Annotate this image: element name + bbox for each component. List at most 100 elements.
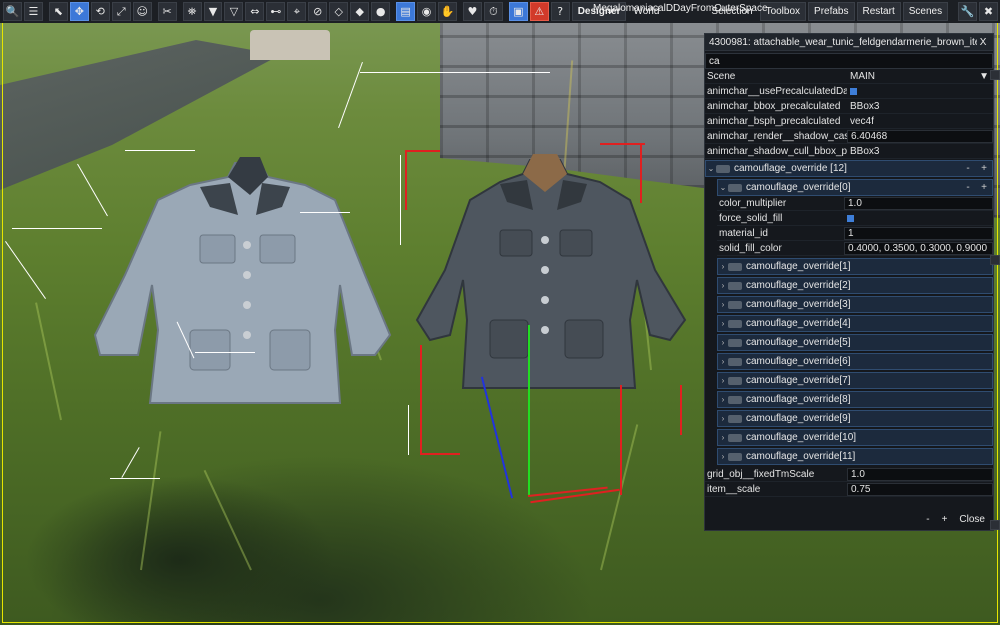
camouflage-override-item[interactable]: › camouflage_override[6] [717, 353, 993, 370]
property-checkbox[interactable] [844, 212, 993, 225]
triangle-down-icon[interactable]: ▼ [203, 2, 223, 21]
smiley-icon[interactable]: ☺ [132, 2, 152, 21]
close-icon[interactable]: ✖ [979, 2, 998, 21]
property-value[interactable]: 0.75 [847, 482, 993, 496]
camouflage-override-group[interactable]: ⌄ camouflage_override [12] - + [705, 160, 993, 177]
camouflage-override-item[interactable]: › camouflage_override[5] [717, 334, 993, 351]
group-remove-button[interactable]: - [960, 163, 976, 174]
selection-box-edge [420, 453, 460, 455]
property-value[interactable]: BBox3 [847, 100, 993, 113]
scissors-icon[interactable]: ✂ [157, 2, 177, 21]
camouflage-override-item[interactable]: › camouflage_override[7] [717, 372, 993, 389]
wrench-icon[interactable]: 🔧 [958, 2, 978, 21]
snap-icon[interactable]: ⛯ [182, 2, 202, 21]
orbit-icon[interactable]: ⟲ [90, 2, 110, 21]
save-icon[interactable]: ▣ [508, 2, 528, 21]
object-icon [728, 357, 742, 366]
magnifier-icon[interactable]: 🔍 [3, 2, 22, 21]
tunic-dark-grey[interactable] [415, 150, 690, 395]
property-search-input[interactable] [705, 53, 993, 69]
circle-icon[interactable]: ● [371, 2, 391, 21]
camouflage-override-item[interactable]: › camouflage_override[2] [717, 277, 993, 294]
crosshair-icon[interactable]: ⌖ [287, 2, 307, 21]
diamond-outline-icon[interactable]: ◇ [329, 2, 349, 21]
property-row: animchar_bsph_precalculated vec4f [705, 114, 993, 129]
item-add-button[interactable]: + [976, 182, 992, 193]
move-icon[interactable]: ✥ [69, 2, 89, 21]
warning-icon[interactable]: ⚠ [529, 2, 549, 21]
camouflage-override-item[interactable]: › camouflage_override[10] [717, 429, 993, 446]
no-entry-icon[interactable]: ⊘ [308, 2, 328, 21]
camouflage-override-item[interactable]: › camouflage_override[9] [717, 410, 993, 427]
mirror-icon[interactable]: ⇔ [245, 2, 265, 21]
object-icon [728, 319, 742, 328]
camouflage-override-list: › camouflage_override[1] › camouflage_overr… [705, 258, 993, 465]
property-value[interactable]: 1.0 [847, 467, 993, 481]
group-label: camouflage_override[10] [746, 432, 857, 443]
selection-box-edge [680, 385, 682, 435]
group-add-button[interactable]: + [976, 163, 992, 174]
camouflage-override-0-props: color_multiplier 1.0 force_solid_fill mater… [705, 196, 993, 256]
camouflage-override-item[interactable]: › camouflage_override[4] [717, 315, 993, 332]
checkbox-checked-icon[interactable] [847, 214, 854, 222]
group-label: camouflage_override[11] [746, 451, 856, 462]
hand-icon[interactable]: ✋ [438, 2, 457, 21]
camouflage-override-0[interactable]: ⌄ camouflage_override[0] - + [717, 179, 993, 196]
align-icon[interactable]: ⊷ [266, 2, 286, 21]
camouflage-override-item[interactable]: › camouflage_override[11] [717, 448, 993, 465]
property-value[interactable]: BBox3 [847, 145, 993, 158]
scene-row: Scene MAIN ▼ [705, 69, 993, 84]
gizmo-edge [5, 241, 46, 299]
heart-icon[interactable]: ♥ [462, 2, 482, 21]
property-row: animchar_shadow_cull_bbox_precalculatedB… [705, 144, 993, 159]
property-value[interactable]: 0.4000, 0.3500, 0.3000, 0.9000 [844, 241, 993, 255]
triangle-outline-icon[interactable]: ▽ [224, 2, 244, 21]
eye-icon[interactable]: ◉ [417, 2, 436, 21]
checkbox-checked-icon[interactable] [850, 87, 857, 95]
item-remove-button[interactable]: - [960, 182, 976, 193]
grass-blade [203, 469, 252, 571]
property-row: color_multiplier 1.0 [717, 196, 993, 211]
gizmo-y-axis[interactable] [528, 325, 530, 495]
pointer-icon[interactable]: ⬉ [48, 2, 68, 21]
grass-blade [35, 302, 62, 421]
diamond-filled-icon[interactable]: ◆ [350, 2, 370, 21]
remove-button[interactable]: - [926, 514, 929, 525]
scene-label: Scene [707, 70, 736, 82]
property-checkbox[interactable] [847, 85, 993, 98]
chevron-right-icon: › [721, 452, 725, 461]
add-button[interactable]: + [942, 514, 948, 525]
group-label: camouflage_override [12] [734, 163, 847, 174]
chevron-right-icon: › [721, 319, 725, 328]
property-value[interactable]: 1 [844, 226, 993, 240]
panel-close-button[interactable]: X [977, 37, 989, 48]
scale-icon[interactable]: ⤢ [111, 2, 131, 21]
hamburger-icon[interactable]: ☰ [23, 2, 43, 21]
stopwatch-icon[interactable]: ⏱ [483, 2, 503, 21]
scene-select[interactable]: MAIN ▼ [847, 70, 993, 83]
property-value[interactable]: vec4f [847, 115, 993, 128]
group-label: camouflage_override[7] [746, 375, 851, 386]
panel-scroll-up[interactable] [990, 70, 1000, 80]
camouflage-override-item[interactable]: › camouflage_override[3] [717, 296, 993, 313]
group-label: camouflage_override[1] [746, 261, 851, 272]
scenes-button[interactable]: Scenes [902, 2, 949, 21]
panel-titlebar[interactable]: 4300981: attachable_wear_tunic_feldgenda… [705, 34, 993, 51]
restart-button[interactable]: Restart [856, 2, 901, 21]
prefabs-button[interactable]: Prefabs [808, 2, 855, 21]
group-label: camouflage_override[8] [746, 394, 851, 405]
camouflage-override-item[interactable]: › camouflage_override[8] [717, 391, 993, 408]
camouflage-override-item[interactable]: › camouflage_override[1] [717, 258, 993, 275]
panel-scroll-handle[interactable] [990, 255, 1000, 265]
object-icon [728, 433, 742, 442]
property-value[interactable]: 6.40468 [847, 129, 993, 143]
grass-blade [140, 431, 162, 571]
help-icon[interactable]: ? [550, 2, 570, 21]
selection-box-edge [405, 150, 407, 210]
panel-resize-handle[interactable] [990, 520, 1000, 530]
document-icon[interactable]: ▤ [396, 2, 416, 21]
tunic-light-grey[interactable] [90, 155, 400, 410]
close-button[interactable]: Close [959, 514, 985, 525]
property-value[interactable]: 1.0 [844, 196, 993, 210]
group-label: camouflage_override[3] [746, 299, 851, 310]
